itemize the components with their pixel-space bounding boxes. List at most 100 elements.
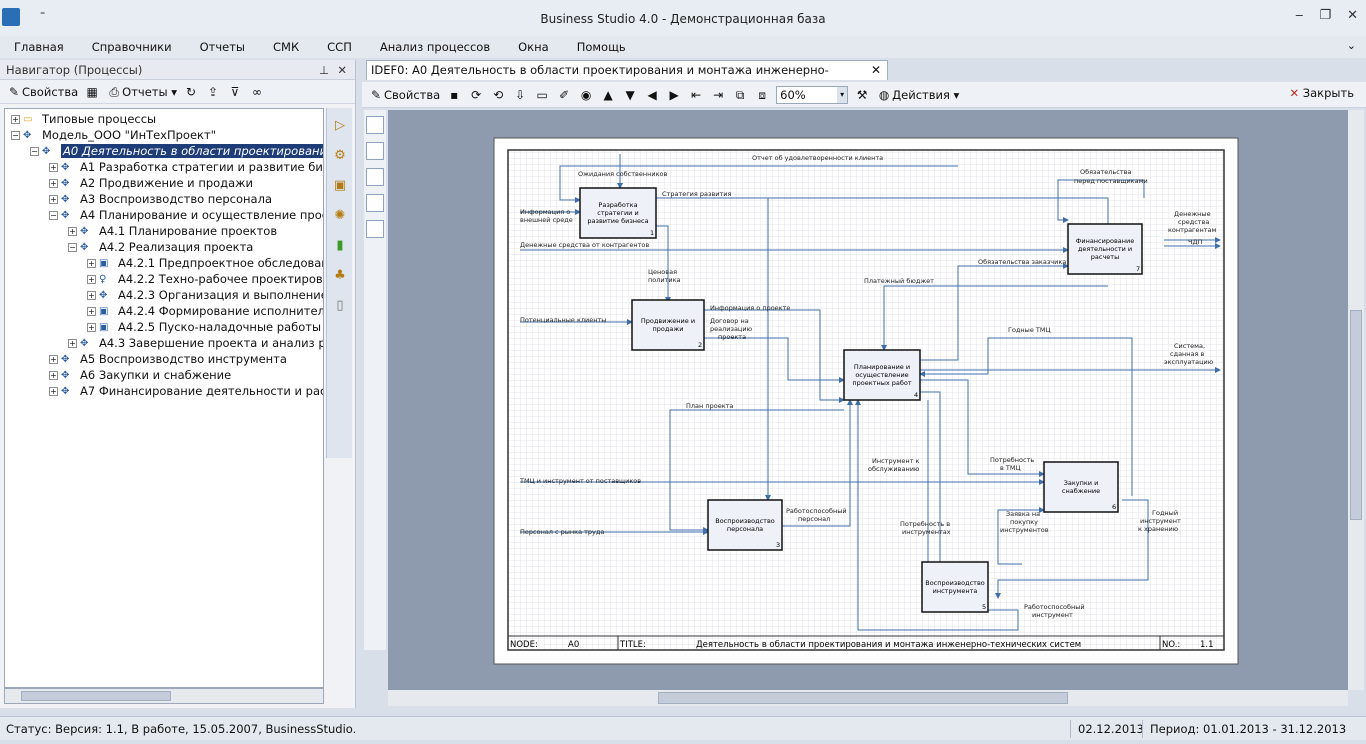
scroll-thumb[interactable] [1350, 310, 1362, 520]
sidebar-notes-icon[interactable]: ▯ [328, 294, 352, 318]
expand-icon[interactable]: + [87, 275, 96, 284]
text-icon[interactable]: ▭ [534, 87, 550, 103]
box-tool-icon[interactable] [366, 142, 384, 160]
tree-item[interactable]: − ✥ А0 Деятельность в области проектирован… [30, 143, 323, 159]
sidebar-process-icon[interactable]: ▷ [328, 114, 352, 138]
tree-item[interactable]: + ✥ А6 Закупки и снабжение [49, 367, 231, 383]
tree-item[interactable]: +✥ А4.2.3 Организация и выполнение строит… [87, 287, 323, 303]
tab-idef0[interactable]: IDEF0: А0 Деятельность в области проекти… [366, 60, 888, 95]
back-icon[interactable]: ◀ [644, 87, 660, 103]
activity-box-6[interactable]: Закупки иснабжение 6 [1043, 461, 1119, 513]
copy-icon[interactable]: ⧉ [732, 87, 748, 103]
zoom-select[interactable]: 60% ▾ [776, 85, 849, 104]
collapse-icon[interactable]: − [68, 243, 77, 252]
menu-reports[interactable]: Отчеты [186, 40, 259, 54]
scroll-thumb[interactable] [658, 692, 1068, 704]
link-icon[interactable]: ∞ [249, 84, 265, 100]
properties-button[interactable]: ✎ Свойства [6, 84, 78, 100]
brush-icon[interactable]: ✐ [556, 87, 572, 103]
tools-icon[interactable]: ⚒ [854, 87, 870, 103]
activity-box-4[interactable]: Планирование иосуществлениепроектных раб… [843, 349, 921, 401]
close-icon[interactable]: ✕ [337, 60, 347, 80]
sidebar-resources-icon[interactable]: ⚙ [328, 144, 352, 168]
menu-ssp[interactable]: ССП [313, 40, 366, 54]
expand-icon[interactable]: + [49, 387, 58, 396]
frame-tool-icon[interactable] [366, 194, 384, 212]
move-down-icon[interactable]: ▼ [622, 87, 638, 103]
diagram-hscroll[interactable] [388, 690, 1348, 706]
sidebar-objects-icon[interactable]: ▣ [328, 174, 352, 198]
pin-icon[interactable]: ⊥ [319, 60, 329, 80]
filter-clear-icon[interactable]: ⊽ [227, 84, 243, 100]
expand-icon[interactable]: + [68, 227, 77, 236]
diagram-vscroll[interactable] [1348, 110, 1364, 690]
tree-item[interactable]: + ▣ А4.2.1 Предпроектное обследование [87, 255, 323, 271]
expand-icon[interactable]: + [68, 339, 77, 348]
sidebar-org-icon[interactable]: ✺ [328, 204, 352, 228]
scroll-thumb[interactable] [21, 691, 171, 701]
menu-process-analysis[interactable]: Анализ процессов [366, 40, 504, 54]
move-up-icon[interactable]: ▲ [600, 87, 616, 103]
tree-item[interactable]: −✥ А4 Планирование и осуществление проект… [49, 207, 323, 223]
tree-item[interactable]: − ✥ А4.2 Реализация проекта [68, 239, 253, 255]
arrow-right-icon[interactable]: ⇥ [710, 87, 726, 103]
tree-item[interactable]: + ✥ А2 Продвижение и продажи [49, 175, 253, 191]
tree-item[interactable]: +♀ А4.2.2 Техно-рабочее проектирование [87, 271, 323, 287]
tree-item[interactable]: + ▭ Типовые процессы [11, 111, 156, 127]
menu-home[interactable]: Главная [0, 40, 78, 54]
refresh-icon[interactable]: ↻ [183, 84, 199, 100]
expand-icon[interactable]: + [49, 163, 58, 172]
save-icon[interactable]: ▪ [446, 87, 462, 103]
connector-tool-icon[interactable] [366, 116, 384, 134]
diagram-canvas[interactable]: Разработка стратегии и развитие бизнеса 1 Пр… [388, 110, 1348, 690]
tree-item[interactable]: + ▣ А4.2.5 Пуско-наладочные работы [87, 319, 321, 335]
expand-icon[interactable]: + [87, 291, 96, 300]
menu-windows[interactable]: Окна [504, 40, 563, 54]
activity-box-1[interactable]: Разработкастратегии иразвитие бизнеса1 [579, 187, 657, 239]
export-icon[interactable]: ⇪ [205, 84, 221, 100]
tree-item[interactable]: +✥ А7 Финансирование деятельности и расче… [49, 383, 323, 399]
text-tool-icon[interactable] [366, 168, 384, 186]
expand-icon[interactable]: + [49, 179, 58, 188]
activity-box-2[interactable]: Продвижение ипродажи 2 [631, 299, 705, 351]
collapse-icon[interactable]: − [30, 147, 39, 156]
sidebar-roles-icon[interactable]: ♣ [328, 264, 352, 288]
menu-smk[interactable]: СМК [259, 40, 313, 54]
expand-icon[interactable]: + [49, 195, 58, 204]
expand-icon[interactable]: + [11, 115, 20, 124]
reports-button[interactable]: ⎙ Отчеты ▾ [106, 84, 177, 100]
navigator-hscroll[interactable] [4, 688, 324, 704]
forward-icon[interactable]: ▶ [666, 87, 682, 103]
diagram-icon[interactable]: ▦ [84, 84, 100, 100]
tree-item[interactable]: +✥ А1 Разработка стратегии и развитие биз… [49, 159, 323, 175]
collapse-icon[interactable]: − [49, 211, 58, 220]
tree-item[interactable]: +▣ А4.2.4 Формирование исполнительной док… [87, 303, 323, 319]
tree-item[interactable]: +✥ А4.3 Завершение проекта и анализ резул… [68, 335, 323, 351]
tree-item[interactable]: − ✥ Модель_ООО "ИнТехПроект" [11, 127, 216, 143]
tree-item[interactable]: + ✥ А4.1 Планирование проектов [68, 223, 277, 239]
close-button[interactable]: ✕ Закрыть [1289, 86, 1354, 100]
expand-icon[interactable]: + [49, 371, 58, 380]
export-icon[interactable]: ⇩ [512, 87, 528, 103]
activity-box-7[interactable]: Финансированиедеятельности ирасчеты 7 [1067, 223, 1143, 275]
tree-item[interactable]: + ✥ А3 Воспроизводство персонала [49, 191, 272, 207]
arrow-left-icon[interactable]: ⇤ [688, 87, 704, 103]
tab-close-icon[interactable]: ✕ [871, 61, 881, 79]
navigate-icon[interactable]: ◉ [578, 87, 594, 103]
expand-icon[interactable]: + [49, 355, 58, 364]
link-mode-icon[interactable]: ⟲ [490, 87, 506, 103]
menu-help[interactable]: Помощь [563, 40, 640, 54]
restore-icon[interactable]: ❐ [1319, 8, 1331, 23]
minimize-icon[interactable]: ‒ [1295, 8, 1303, 23]
menu-references[interactable]: Справочники [78, 40, 186, 54]
expand-icon[interactable]: + [87, 323, 96, 332]
activity-box-3[interactable]: Воспроизводствоперсонала 3 [707, 499, 783, 551]
tree-item[interactable]: + ✥ А5 Воспроизводство инструмента [49, 351, 287, 367]
sidebar-documents-icon[interactable]: ▮ [328, 234, 352, 258]
activity-box-5[interactable]: Воспроизводствоинструмента 5 [921, 561, 989, 613]
layout-icon[interactable]: ⟳ [468, 87, 484, 103]
expand-icon[interactable]: + [87, 259, 96, 268]
actions-button[interactable]: ◍ Действия ▾ [876, 87, 959, 103]
ribbon-collapse-icon[interactable]: ⌄ [1347, 39, 1356, 52]
properties-button[interactable]: ✎ Свойства [368, 87, 440, 103]
